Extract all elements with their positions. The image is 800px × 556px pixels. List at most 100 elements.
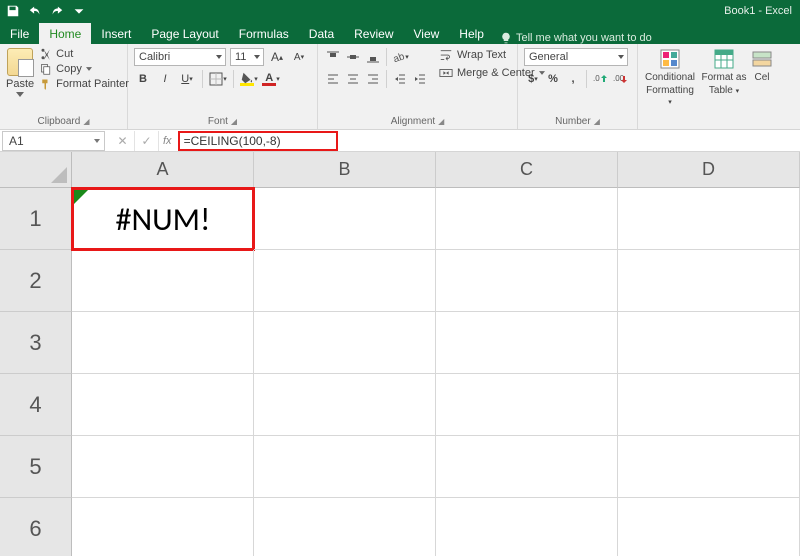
wrap-icon <box>439 48 453 62</box>
cell-styles-button[interactable]: Cel <box>752 48 772 108</box>
cell-d4[interactable] <box>618 374 800 436</box>
cancel-formula-button[interactable]: ✕ <box>111 131 135 151</box>
accounting-format-button[interactable]: $▾ <box>524 70 542 88</box>
fx-icon[interactable]: fx <box>159 135 178 147</box>
column-header-c[interactable]: C <box>436 152 618 188</box>
group-number: General $▾ % , .0 .00 Number◢ <box>518 44 638 129</box>
tab-home[interactable]: Home <box>39 23 91 44</box>
row-header-4[interactable]: 4 <box>0 374 72 436</box>
row-header-2[interactable]: 2 <box>0 250 72 312</box>
increase-decimal-button[interactable]: .0 <box>591 70 609 88</box>
cell-b3[interactable] <box>254 312 436 374</box>
tab-help[interactable]: Help <box>449 23 494 44</box>
increase-indent-button[interactable] <box>411 70 429 88</box>
row-header-1[interactable]: 1 <box>0 188 72 250</box>
group-clipboard: Paste Cut Copy Format Painter Cli <box>0 44 128 129</box>
percent-format-button[interactable]: % <box>544 70 562 88</box>
name-box[interactable]: A1 <box>2 131 105 151</box>
brush-icon <box>40 78 52 90</box>
comma-format-button[interactable]: , <box>564 70 582 88</box>
cell-c5[interactable] <box>436 436 618 498</box>
number-format-select[interactable]: General <box>524 48 628 66</box>
align-top-button[interactable] <box>324 48 342 66</box>
decrease-font-button[interactable]: A▾ <box>290 48 308 66</box>
cell-a2[interactable] <box>72 250 254 312</box>
cell-c4[interactable] <box>436 374 618 436</box>
cell-c2[interactable] <box>436 250 618 312</box>
cell-a3[interactable] <box>72 312 254 374</box>
align-right-button[interactable] <box>364 70 382 88</box>
increase-font-button[interactable]: A▴ <box>268 48 286 66</box>
format-as-table-button[interactable]: Format as Table ▾ <box>698 48 750 108</box>
align-left-button[interactable] <box>324 70 342 88</box>
save-icon[interactable] <box>6 4 20 18</box>
copy-button[interactable]: Copy <box>40 63 129 75</box>
cell-c1[interactable] <box>436 188 618 250</box>
cell-d6[interactable] <box>618 498 800 556</box>
cells-area: #NUM! <box>72 188 800 556</box>
underline-button[interactable]: U▾ <box>178 70 196 88</box>
borders-button[interactable]: ▾ <box>209 70 227 88</box>
select-all-corner[interactable] <box>0 152 72 188</box>
conditional-formatting-button[interactable]: Conditional Formatting ▾ <box>644 48 696 108</box>
row-header-5[interactable]: 5 <box>0 436 72 498</box>
tab-view[interactable]: View <box>404 23 450 44</box>
cell-d5[interactable] <box>618 436 800 498</box>
cell-c3[interactable] <box>436 312 618 374</box>
font-name-select[interactable]: Calibri <box>134 48 226 66</box>
cell-d2[interactable] <box>618 250 800 312</box>
row-header-6[interactable]: 6 <box>0 498 72 556</box>
redo-icon[interactable] <box>50 4 64 18</box>
tab-insert[interactable]: Insert <box>91 23 141 44</box>
cell-b6[interactable] <box>254 498 436 556</box>
decrease-decimal-button[interactable]: .00 <box>611 70 629 88</box>
cell-a6[interactable] <box>72 498 254 556</box>
dialog-launcher-icon[interactable]: ◢ <box>231 117 237 126</box>
tab-formulas[interactable]: Formulas <box>229 23 299 44</box>
cut-button[interactable]: Cut <box>40 48 129 60</box>
cell-a4[interactable] <box>72 374 254 436</box>
tab-page-layout[interactable]: Page Layout <box>141 23 228 44</box>
paste-button[interactable]: Paste <box>6 48 34 97</box>
font-color-button[interactable]: A▾ <box>262 70 280 88</box>
dialog-launcher-icon[interactable]: ◢ <box>438 117 444 126</box>
font-size-select[interactable]: 11 <box>230 48 264 66</box>
column-header-a[interactable]: A <box>72 152 254 188</box>
tab-data[interactable]: Data <box>299 23 344 44</box>
column-header-b[interactable]: B <box>254 152 436 188</box>
lightbulb-icon <box>500 32 512 44</box>
align-center-button[interactable] <box>344 70 362 88</box>
formula-bar: A1 ✕ ✓ fx =CEILING(100,-8) <box>0 130 800 152</box>
enter-formula-button[interactable]: ✓ <box>135 131 159 151</box>
cell-b2[interactable] <box>254 250 436 312</box>
column-header-d[interactable]: D <box>618 152 800 188</box>
merge-icon <box>439 66 453 80</box>
dialog-launcher-icon[interactable]: ◢ <box>83 117 89 126</box>
cell-b5[interactable] <box>254 436 436 498</box>
cell-c6[interactable] <box>436 498 618 556</box>
align-middle-button[interactable] <box>344 48 362 66</box>
cell-d3[interactable] <box>618 312 800 374</box>
tab-review[interactable]: Review <box>344 23 403 44</box>
qat-customize-icon[interactable] <box>72 4 86 18</box>
formula-input[interactable]: =CEILING(100,-8) <box>178 131 338 151</box>
italic-button[interactable]: I <box>156 70 174 88</box>
dialog-launcher-icon[interactable]: ◢ <box>594 117 600 126</box>
cell-d1[interactable] <box>618 188 800 250</box>
ribbon-tabs: File Home Insert Page Layout Formulas Da… <box>0 22 800 44</box>
format-painter-button[interactable]: Format Painter <box>40 78 129 90</box>
bold-button[interactable]: B <box>134 70 152 88</box>
orientation-button[interactable]: ab▾ <box>391 48 409 66</box>
undo-icon[interactable] <box>28 4 42 18</box>
align-bottom-button[interactable] <box>364 48 382 66</box>
cell-b4[interactable] <box>254 374 436 436</box>
cell-a1-value: #NUM! <box>71 187 255 251</box>
fill-color-button[interactable]: ▾ <box>240 70 258 88</box>
row-header-3[interactable]: 3 <box>0 312 72 374</box>
cell-a5[interactable] <box>72 436 254 498</box>
cell-a1[interactable]: #NUM! <box>72 188 254 250</box>
tab-file[interactable]: File <box>0 23 39 44</box>
decrease-indent-button[interactable] <box>391 70 409 88</box>
cell-b1[interactable] <box>254 188 436 250</box>
tell-me[interactable]: Tell me what you want to do <box>500 32 652 44</box>
